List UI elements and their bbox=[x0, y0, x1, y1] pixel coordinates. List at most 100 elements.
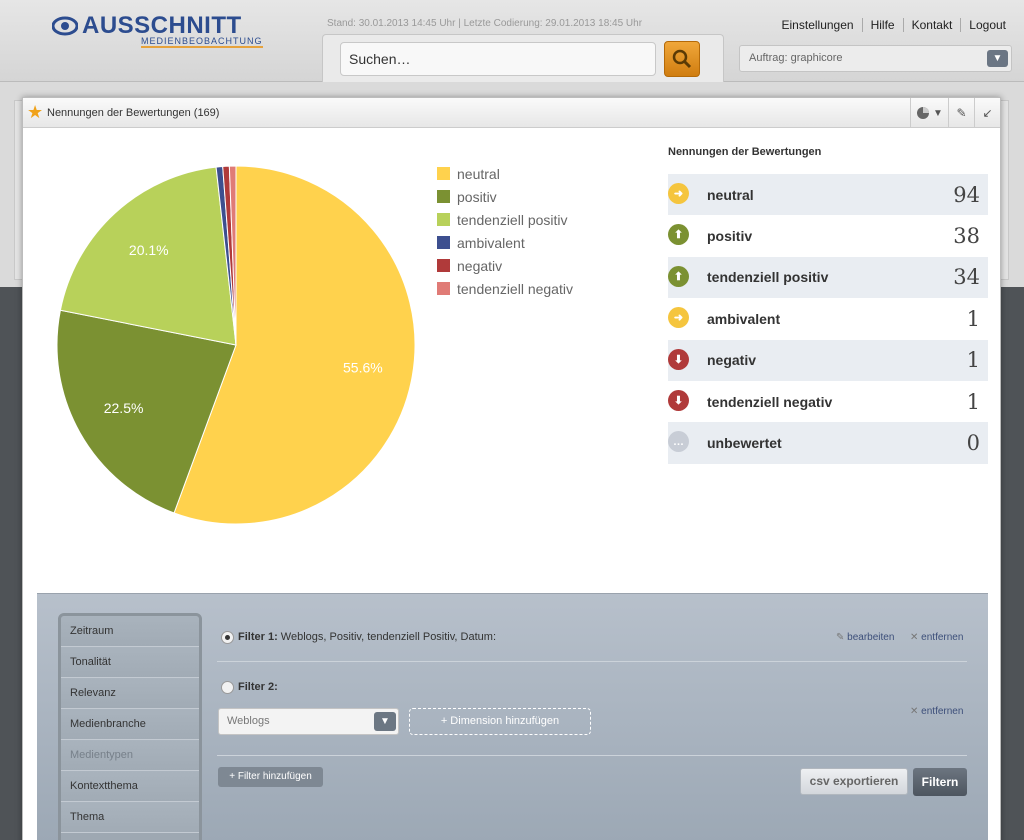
filter-nav-item[interactable]: Zeitraum bbox=[61, 616, 199, 647]
row-value: 38 bbox=[953, 224, 980, 249]
arrow-up-icon: ⬆ bbox=[668, 265, 689, 287]
legend-swatch bbox=[437, 167, 450, 180]
app: AUSSCHNITT MEDIENBEOBACHTUNG Stand: 30.0… bbox=[0, 0, 1024, 840]
filter-nav-item[interactable]: Medientypen bbox=[61, 740, 199, 771]
legend-item[interactable]: negativ bbox=[437, 254, 573, 277]
arrow-up-icon: ⬆ bbox=[668, 224, 689, 246]
dialog-title: Nennungen der Bewertungen (169) bbox=[47, 107, 220, 119]
auftrag-value: Auftrag: graphicore bbox=[749, 52, 843, 64]
eye-logo-icon bbox=[52, 16, 78, 36]
nav-hilfe[interactable]: Hilfe bbox=[861, 18, 903, 32]
pie-chart: 55.6% 22.5% 20.1% bbox=[56, 165, 416, 525]
filter-nav-item[interactable]: Medienbranche bbox=[61, 709, 199, 740]
pencil-icon: ✎ bbox=[956, 106, 967, 120]
filter1-title: Filter 1: bbox=[238, 631, 278, 643]
ellipsis-icon: … bbox=[668, 431, 689, 453]
chart-type-button[interactable]: ▼ bbox=[910, 98, 948, 128]
chevron-down-icon: ▼ bbox=[933, 107, 943, 119]
collapse-icon: ↙ bbox=[982, 106, 993, 120]
dimension-select[interactable]: Weblogs ▼ bbox=[218, 708, 399, 735]
remove-filter2-link[interactable]: ✕ entfernen bbox=[910, 706, 963, 717]
nav-kontakt[interactable]: Kontakt bbox=[902, 18, 961, 32]
row-value: 1 bbox=[966, 348, 980, 373]
filter-button[interactable]: Filtern bbox=[913, 768, 967, 796]
filter1-text: Weblogs, Positiv, tendenziell Positiv, D… bbox=[280, 631, 497, 643]
edit-filter-link[interactable]: ✎ bearbeiten bbox=[836, 632, 894, 643]
filter-nav-item[interactable]: Kontextthema bbox=[61, 771, 199, 802]
filter1-radio[interactable] bbox=[221, 631, 234, 644]
table-row: … unbewertet 0 bbox=[668, 422, 988, 464]
pencil-icon: ✎ bbox=[836, 632, 845, 643]
table-row: ➜ neutral 94 bbox=[668, 174, 988, 216]
legend-item[interactable]: ambivalent bbox=[437, 231, 573, 254]
nav-einstellungen[interactable]: Einstellungen bbox=[774, 18, 862, 32]
collapse-button[interactable]: ↙ bbox=[974, 98, 1000, 128]
pie-data-label: 20.1% bbox=[129, 242, 169, 258]
dialog-tools: ▼ ✎ ↙ bbox=[910, 98, 1000, 128]
filter2-radio[interactable] bbox=[221, 681, 234, 694]
arrow-down-icon: ⬇ bbox=[668, 348, 689, 370]
nav-logout[interactable]: Logout bbox=[960, 18, 1014, 32]
edit-filter-label: bearbeiten bbox=[847, 632, 895, 643]
filter-nav-item[interactable]: Tonalität bbox=[61, 647, 199, 678]
arrow-right-icon: ➜ bbox=[668, 307, 689, 329]
chart-dialog: ★ Nennungen der Bewertungen (169) ▼ ✎ ↙ bbox=[22, 97, 1001, 840]
legend-item[interactable]: tendenziell negativ bbox=[437, 277, 573, 300]
dimension-select-value: Weblogs bbox=[227, 715, 270, 727]
legend-swatch bbox=[437, 282, 450, 295]
divider bbox=[217, 661, 967, 662]
arrow-right-icon: ➜ bbox=[668, 183, 689, 204]
table-row: ⬆ positiv 38 bbox=[668, 215, 988, 256]
ratings-table: ➜ neutral 94 ⬆ positiv 38 ⬆ tendenziell positiv… bbox=[668, 174, 988, 464]
chevron-down-icon: ▼ bbox=[987, 50, 1008, 67]
filter1-label: Filter 1: Weblogs, Positiv, tendenziell … bbox=[238, 631, 496, 643]
dialog-header: ★ Nennungen der Bewertungen (169) ▼ ✎ ↙ bbox=[23, 98, 1000, 128]
filter-nav-item[interactable]: Thema bbox=[61, 802, 199, 833]
logo-subtitle: MEDIENBEOBACHTUNG bbox=[141, 36, 263, 48]
table-row: ⬇ tendenziell negativ 1 bbox=[668, 381, 988, 422]
legend-item[interactable]: neutral bbox=[437, 162, 573, 185]
row-label: tendenziell positiv bbox=[707, 269, 829, 286]
legend-item[interactable]: positiv bbox=[437, 185, 573, 208]
auftrag-select[interactable]: Auftrag: graphicore ▼ bbox=[739, 45, 1012, 72]
add-dimension-button[interactable]: + Dimension hinzufügen bbox=[409, 708, 591, 735]
table-row: ⬇ negativ 1 bbox=[668, 339, 988, 381]
search-button[interactable] bbox=[664, 41, 700, 77]
legend-label: negativ bbox=[457, 257, 503, 274]
legend-label: tendenziell positiv bbox=[457, 211, 568, 228]
filter-panel: Zeitraum Tonalität Relevanz Medienbranche Me… bbox=[37, 593, 988, 840]
row-label: negativ bbox=[707, 352, 757, 369]
pie-data-label: 55.6% bbox=[343, 360, 383, 376]
filter-nav-item[interactable]: Relevanz bbox=[61, 678, 199, 709]
remove-filter2-label: entfernen bbox=[921, 706, 964, 717]
legend-label: tendenziell negativ bbox=[457, 280, 573, 297]
table-row: ⬆ tendenziell positiv 34 bbox=[668, 256, 988, 299]
legend-swatch bbox=[437, 236, 450, 249]
add-filter-button[interactable]: + Filter hinzufügen bbox=[218, 767, 323, 787]
row-label: positiv bbox=[707, 228, 753, 245]
search-input[interactable]: Suchen… bbox=[340, 42, 656, 76]
row-value: 34 bbox=[953, 265, 980, 290]
legend-label: positiv bbox=[457, 188, 497, 205]
edit-button[interactable]: ✎ bbox=[948, 98, 974, 128]
status-text: Stand: 30.01.2013 14:45 Uhr | Letzte Cod… bbox=[327, 18, 643, 29]
pie-data-label: 22.5% bbox=[104, 400, 144, 416]
row-label: unbewertet bbox=[707, 435, 782, 452]
legend-item[interactable]: tendenziell positiv bbox=[437, 208, 573, 231]
filter2-label: Filter 2: bbox=[238, 681, 278, 693]
pie-chart-icon bbox=[917, 107, 930, 119]
row-label: neutral bbox=[707, 186, 754, 203]
legend-label: ambivalent bbox=[457, 234, 525, 251]
remove-filter1-label: entfernen bbox=[921, 632, 964, 643]
legend-swatch bbox=[437, 190, 450, 203]
close-icon: ✕ bbox=[910, 706, 919, 717]
search-icon bbox=[672, 49, 692, 69]
row-label: tendenziell negativ bbox=[707, 393, 833, 410]
legend-swatch bbox=[437, 213, 450, 226]
divider bbox=[217, 755, 967, 756]
header: AUSSCHNITT MEDIENBEOBACHTUNG Stand: 30.0… bbox=[0, 0, 1024, 82]
remove-filter1-link[interactable]: ✕ entfernen bbox=[910, 632, 963, 643]
csv-export-button[interactable]: csv exportieren bbox=[800, 768, 908, 795]
star-icon[interactable]: ★ bbox=[27, 103, 43, 121]
row-value: 94 bbox=[953, 182, 980, 207]
